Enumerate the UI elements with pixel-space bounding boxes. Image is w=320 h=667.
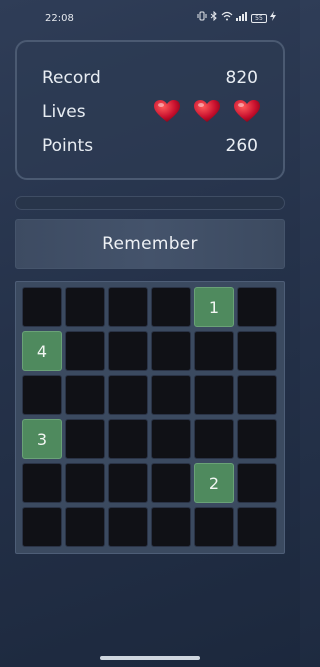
points-value: 260 — [225, 136, 258, 156]
tile[interactable] — [65, 375, 105, 415]
tile[interactable] — [108, 375, 148, 415]
tile-numbered[interactable]: 2 — [194, 463, 234, 503]
vibrate-icon — [197, 11, 207, 25]
charging-icon — [270, 11, 276, 25]
tile[interactable] — [194, 419, 234, 459]
tile[interactable] — [22, 375, 62, 415]
tile[interactable] — [65, 463, 105, 503]
phase-banner: Remember — [15, 219, 285, 269]
tile[interactable] — [151, 375, 191, 415]
tile[interactable] — [65, 507, 105, 547]
heart-icon — [153, 99, 181, 127]
tile[interactable] — [151, 287, 191, 327]
tile[interactable] — [65, 287, 105, 327]
status-bar: 22:08 55 — [0, 0, 300, 34]
tile[interactable] — [237, 331, 277, 371]
game-board: 1 4 3 2 — [15, 281, 285, 554]
tile[interactable] — [108, 287, 148, 327]
tile[interactable] — [151, 331, 191, 371]
tile[interactable] — [108, 507, 148, 547]
tile[interactable] — [237, 287, 277, 327]
bluetooth-icon — [210, 10, 218, 25]
tile-numbered[interactable]: 1 — [194, 287, 234, 327]
stats-panel: Record 820 Lives Points 260 — [15, 40, 285, 180]
tile[interactable] — [22, 507, 62, 547]
tile[interactable] — [108, 463, 148, 503]
tile[interactable] — [151, 419, 191, 459]
tile[interactable] — [237, 463, 277, 503]
tile[interactable] — [194, 375, 234, 415]
record-label: Record — [42, 68, 101, 88]
lives-hearts — [153, 99, 261, 127]
wifi-icon — [221, 11, 233, 25]
phase-text: Remember — [102, 234, 198, 254]
tile-numbered[interactable]: 4 — [22, 331, 62, 371]
tile-numbered[interactable]: 3 — [22, 419, 62, 459]
tile[interactable] — [194, 331, 234, 371]
home-indicator[interactable] — [100, 656, 200, 660]
tile[interactable] — [108, 419, 148, 459]
progress-bar — [15, 196, 285, 210]
record-value: 820 — [225, 68, 258, 88]
tile[interactable] — [65, 331, 105, 371]
points-label: Points — [42, 136, 94, 156]
signal-icon — [236, 11, 248, 25]
tile[interactable] — [108, 331, 148, 371]
tile[interactable] — [65, 419, 105, 459]
tile[interactable] — [237, 375, 277, 415]
tile[interactable] — [151, 463, 191, 503]
heart-icon — [193, 99, 221, 127]
tile[interactable] — [237, 507, 277, 547]
status-time: 22:08 — [45, 13, 74, 24]
heart-icon — [233, 99, 261, 127]
tile[interactable] — [22, 287, 62, 327]
tile[interactable] — [22, 463, 62, 503]
battery-icon: 55 — [251, 13, 267, 23]
tile[interactable] — [237, 419, 277, 459]
status-icons: 55 — [197, 10, 276, 25]
lives-label: Lives — [42, 102, 86, 122]
tile[interactable] — [194, 507, 234, 547]
tile[interactable] — [151, 507, 191, 547]
